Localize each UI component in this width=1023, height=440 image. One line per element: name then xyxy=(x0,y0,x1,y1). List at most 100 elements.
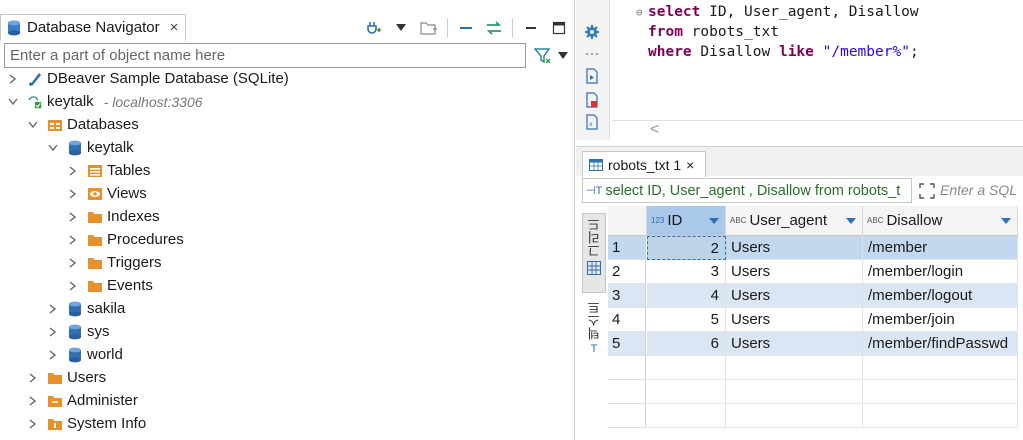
chevron-right-icon[interactable] xyxy=(47,349,59,361)
chevron-right-icon[interactable] xyxy=(67,211,79,223)
gear-icon[interactable] xyxy=(584,24,600,40)
expand-icon[interactable] xyxy=(918,182,936,200)
export-icon[interactable] xyxy=(584,92,600,108)
object-filter-input[interactable]: Enter a part of object name here xyxy=(4,43,526,68)
sql-keyword: like xyxy=(778,44,814,60)
empty-row xyxy=(608,380,646,404)
tree-item-sys[interactable]: sys xyxy=(47,320,110,343)
chevron-right-icon[interactable] xyxy=(67,257,79,269)
table-cell-id[interactable]: 5 xyxy=(647,308,726,332)
table-cell-user-agent[interactable]: Users xyxy=(726,308,863,332)
filter-settings-button[interactable] xyxy=(530,44,572,67)
editor-horizontal-scrollbar[interactable]: < xyxy=(612,120,1023,140)
column-header-id[interactable]: 123 ID xyxy=(647,206,726,236)
sql-text: robots_txt xyxy=(682,24,779,40)
tree-item-administer[interactable]: Administer xyxy=(27,389,138,412)
chevron-down-icon xyxy=(558,51,568,59)
sql-editor[interactable]: ⊖ select ID, User_agent, Disallow from r… xyxy=(612,0,1023,120)
sort-arrow-icon[interactable] xyxy=(1001,218,1011,224)
chevron-right-icon[interactable] xyxy=(47,326,59,338)
more-icon[interactable] xyxy=(584,46,600,62)
query-filter-input[interactable]: ⊣T select ID, User_agent , Disallow from… xyxy=(582,178,912,203)
folder-icon xyxy=(87,255,103,271)
tree-item-system-info[interactable]: System Info xyxy=(27,412,146,435)
tree-item-world[interactable]: world xyxy=(47,343,123,366)
tree-item-sample-db[interactable]: DBeaver Sample Database (SQLite) xyxy=(7,67,289,90)
execute-script-icon[interactable] xyxy=(584,68,600,84)
table-cell-disallow[interactable]: /member xyxy=(863,236,1018,260)
table-cell-user-agent[interactable]: Users xyxy=(726,236,863,260)
link-editor-icon[interactable] xyxy=(484,18,504,38)
chevron-right-icon[interactable] xyxy=(67,188,79,200)
table-cell-id[interactable]: 3 xyxy=(647,260,726,284)
sql-filter-placeholder[interactable]: Enter a SQL xyxy=(940,182,1017,198)
chevron-down-icon[interactable] xyxy=(7,96,19,108)
table-cell-disallow[interactable]: /member/login xyxy=(863,260,1018,284)
chevron-down-icon[interactable] xyxy=(27,119,39,131)
minimize-icon[interactable] xyxy=(521,18,541,38)
collapse-all-icon[interactable] xyxy=(456,18,476,38)
tree-item-tables[interactable]: Tables xyxy=(67,159,150,182)
tab-label: Database Navigator xyxy=(27,19,160,36)
chevron-right-icon[interactable] xyxy=(27,418,39,430)
results-view-tabs: 그리드 텍스트 T xyxy=(582,207,606,440)
chevron-right-icon[interactable] xyxy=(67,280,79,292)
table-cell-disallow[interactable]: /member/join xyxy=(863,308,1018,332)
results-tabbar: robots_txt 1 × xyxy=(576,146,1023,177)
tree-item-label: Events xyxy=(107,277,153,294)
folder-icon xyxy=(87,209,103,225)
table-cell-id[interactable]: 6 xyxy=(647,332,726,356)
row-number[interactable]: 3 xyxy=(608,284,646,308)
chevron-right-icon[interactable] xyxy=(67,165,79,177)
column-header-user-agent[interactable]: ABC User_agent xyxy=(726,206,863,236)
tree-item-databases[interactable]: Databases xyxy=(27,113,139,136)
fold-icon[interactable]: ⊖ xyxy=(636,6,643,19)
row-number[interactable]: 5 xyxy=(608,332,646,356)
tree-item-views[interactable]: Views xyxy=(67,182,147,205)
new-folder-icon[interactable] xyxy=(419,18,439,38)
chevron-down-icon[interactable] xyxy=(47,142,59,154)
explain-plan-icon[interactable]: x xyxy=(584,114,600,130)
table-cell-user-agent[interactable]: Users xyxy=(726,332,863,356)
sort-arrow-icon[interactable] xyxy=(709,218,719,224)
column-header-disallow[interactable]: ABC Disallow xyxy=(863,206,1018,236)
tree-item-users[interactable]: Users xyxy=(27,366,106,389)
chevron-right-icon[interactable] xyxy=(47,303,59,315)
grid-corner[interactable] xyxy=(608,206,647,236)
tree-item-keytalk-db[interactable]: keytalk xyxy=(47,136,134,159)
new-connection-icon[interactable] xyxy=(363,18,383,38)
chevron-right-icon[interactable] xyxy=(27,395,39,407)
table-cell-disallow[interactable]: /member/logout xyxy=(863,284,1018,308)
row-number[interactable]: 2 xyxy=(608,260,646,284)
close-icon[interactable]: × xyxy=(686,157,694,173)
tree-item-keytalk-connection[interactable]: keytalk - localhost:3306 xyxy=(7,90,203,113)
chevron-down-icon[interactable] xyxy=(391,18,411,38)
chevron-right-icon[interactable] xyxy=(7,73,19,85)
tree-item-triggers[interactable]: Triggers xyxy=(67,251,161,274)
table-cell-id[interactable]: 4 xyxy=(647,284,726,308)
table-cell-disallow[interactable]: /member/findPasswd xyxy=(863,332,1018,356)
tree-item-sakila[interactable]: sakila xyxy=(47,297,125,320)
tab-database-navigator[interactable]: Database Navigator × xyxy=(0,14,186,42)
row-number[interactable]: 4 xyxy=(608,308,646,332)
column-label: Disallow xyxy=(886,212,943,229)
chevron-right-icon[interactable] xyxy=(67,234,79,246)
tree-item-indexes[interactable]: Indexes xyxy=(67,205,160,228)
table-cell-user-agent[interactable]: Users xyxy=(726,284,863,308)
scroll-left-icon[interactable]: < xyxy=(650,121,659,138)
tab-grid[interactable]: 그리드 xyxy=(582,213,606,293)
sql-string: "/member%" xyxy=(822,44,910,60)
tab-text[interactable]: 텍스트 T xyxy=(582,297,606,367)
chevron-right-icon[interactable] xyxy=(27,372,39,384)
row-number[interactable]: 1 xyxy=(608,236,646,260)
close-icon[interactable]: × xyxy=(170,19,179,36)
tab-robots-txt-1[interactable]: robots_txt 1 × xyxy=(582,151,706,177)
tree-item-procedures[interactable]: Procedures xyxy=(67,228,184,251)
table-cell-user-agent[interactable]: Users xyxy=(726,260,863,284)
tree-item-events[interactable]: Events xyxy=(67,274,153,297)
sort-arrow-icon[interactable] xyxy=(846,218,856,224)
maximize-icon[interactable] xyxy=(549,18,569,38)
table-cell-id[interactable]: 2 xyxy=(647,236,726,260)
folder-icon xyxy=(47,117,63,133)
